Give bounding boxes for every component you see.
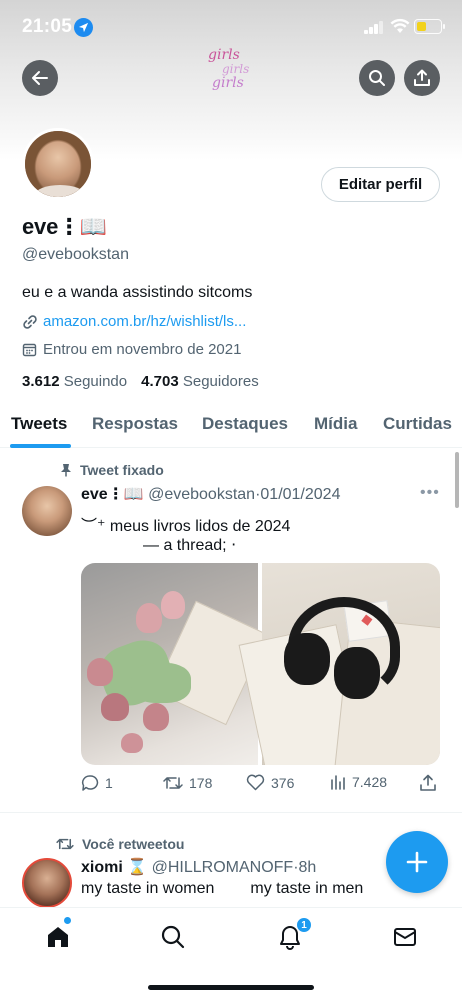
home-indicator[interactable] [148, 985, 314, 990]
retweet-count: 178 [189, 775, 213, 791]
retweet-text-left: my taste in women [81, 880, 215, 897]
share-icon [414, 69, 430, 86]
reply-count: 1 [105, 775, 113, 791]
tab-curtidas[interactable]: Curtidas [383, 414, 452, 434]
following-label: Seguindo [63, 373, 128, 390]
profile-tabs: Tweets Respostas Destaques Mídia Curtida… [0, 400, 462, 448]
home-icon [48, 927, 68, 947]
retweeted-label-row: Você retweetou [56, 836, 184, 852]
like-action[interactable]: 376 [246, 774, 294, 791]
retweet-author-handle[interactable]: @HILLROMANOFF [152, 859, 294, 876]
retweet-author-avatar[interactable] [22, 858, 72, 908]
tweet-text-line-2: — a thread; ⋅ [143, 537, 237, 554]
tweet-text-line-1: ︶⁺ meus livros lidos de 2024 [81, 518, 291, 535]
retweet-indicator-icon [56, 838, 74, 850]
scrollbar[interactable] [455, 452, 459, 508]
followers-label: Seguidores [182, 373, 259, 390]
retweet-time[interactable]: 8h [299, 859, 317, 876]
profile-avatar[interactable] [22, 128, 94, 200]
search-icon [161, 925, 185, 949]
retweeted-label: Você retweetou [82, 836, 185, 852]
retweet-text-right: my taste in men [250, 880, 364, 897]
nav-home[interactable] [43, 922, 73, 952]
heart-icon [246, 774, 265, 791]
tweet-header: eve⋮📖 @evebookstan·01/01/2024 [81, 484, 340, 504]
tweet-author-handle[interactable]: @evebookstan [148, 486, 255, 503]
display-name: eve⋮📖 [22, 214, 108, 239]
search-button[interactable] [359, 60, 395, 96]
notification-badge: 1 [296, 917, 312, 933]
views-action[interactable]: 7.428 [330, 774, 387, 790]
retweet-action[interactable]: 178 [163, 774, 212, 792]
like-count: 376 [271, 774, 295, 791]
cellular-signal-icon [364, 21, 384, 34]
following-link[interactable]: 3.612 Seguindo [22, 373, 127, 390]
share-button[interactable] [404, 60, 440, 96]
retweet-icon [163, 777, 183, 789]
wifi-icon [390, 18, 410, 39]
retweet-header: xiomi ⌛ @HILLROMANOFF·8h [81, 857, 316, 877]
calendar-icon [22, 343, 37, 357]
search-icon [369, 70, 385, 86]
tweet-date[interactable]: 01/01/2024 [260, 486, 340, 503]
header-logo: girls girls girls [208, 47, 250, 91]
battery-icon [414, 19, 442, 34]
tweet-divider [0, 812, 462, 813]
share-tweet-action[interactable] [420, 774, 436, 792]
compose-tweet-button[interactable] [386, 831, 448, 893]
profile-bio: eu e a wanda assistindo sitcoms [22, 284, 253, 301]
retweet-author-name[interactable]: xiomi ⌛ [81, 859, 147, 876]
active-tab-indicator [10, 444, 71, 448]
followers-count: 4.703 [141, 373, 179, 390]
reply-action[interactable]: 1 [81, 774, 113, 792]
nav-search[interactable] [158, 922, 188, 952]
pinned-label-row: Tweet fixado [60, 462, 164, 478]
tab-destaques[interactable]: Destaques [202, 414, 288, 434]
joined-row: Entrou em novembro de 2021 [22, 341, 241, 358]
flowers-book-photo[interactable] [81, 563, 269, 765]
status-time: 21:05 [22, 16, 73, 37]
nav-messages[interactable] [390, 922, 420, 952]
joined-date: Entrou em novembro de 2021 [43, 341, 242, 358]
pinned-label: Tweet fixado [80, 462, 164, 478]
back-button[interactable] [22, 60, 58, 96]
envelope-icon [394, 928, 416, 946]
plus-icon [406, 851, 428, 873]
views-chart-icon [331, 775, 345, 790]
profile-link-row: amazon.com.br/hz/wishlist/ls... [22, 313, 246, 330]
link-icon [23, 314, 37, 329]
tweet-media[interactable] [81, 563, 440, 765]
edit-profile-button[interactable]: Editar perfil [321, 167, 440, 202]
pin-icon [61, 464, 71, 477]
reply-icon [82, 775, 99, 791]
headphones-book-photo[interactable] [238, 563, 440, 765]
arrow-left-icon [32, 71, 48, 85]
tweet-actions: 1 178 376 7.428 [81, 774, 440, 796]
following-count: 3.612 [22, 373, 60, 390]
follow-stats: 3.612 Seguindo 4.703 Seguidores [22, 373, 259, 390]
share-tweet-icon [420, 774, 436, 791]
followers-link[interactable]: 4.703 Seguidores [141, 373, 259, 390]
profile-link[interactable]: amazon.com.br/hz/wishlist/ls... [43, 313, 246, 330]
tab-tweets[interactable]: Tweets [11, 414, 67, 434]
location-arrow-icon [74, 18, 93, 37]
retweet-text: my taste in women my taste in men [81, 880, 363, 898]
tab-midia[interactable]: Mídia [314, 414, 357, 434]
battery-tip [443, 24, 445, 29]
profile-handle: @evebookstan [22, 246, 129, 263]
more-options-icon[interactable]: ••• [420, 484, 440, 502]
view-count: 7.428 [352, 774, 388, 790]
tab-respostas[interactable]: Respostas [92, 414, 178, 434]
tweet-avatar[interactable] [22, 486, 72, 536]
tweet-author-name[interactable]: eve⋮📖 [81, 486, 144, 503]
home-unread-dot [64, 917, 71, 924]
